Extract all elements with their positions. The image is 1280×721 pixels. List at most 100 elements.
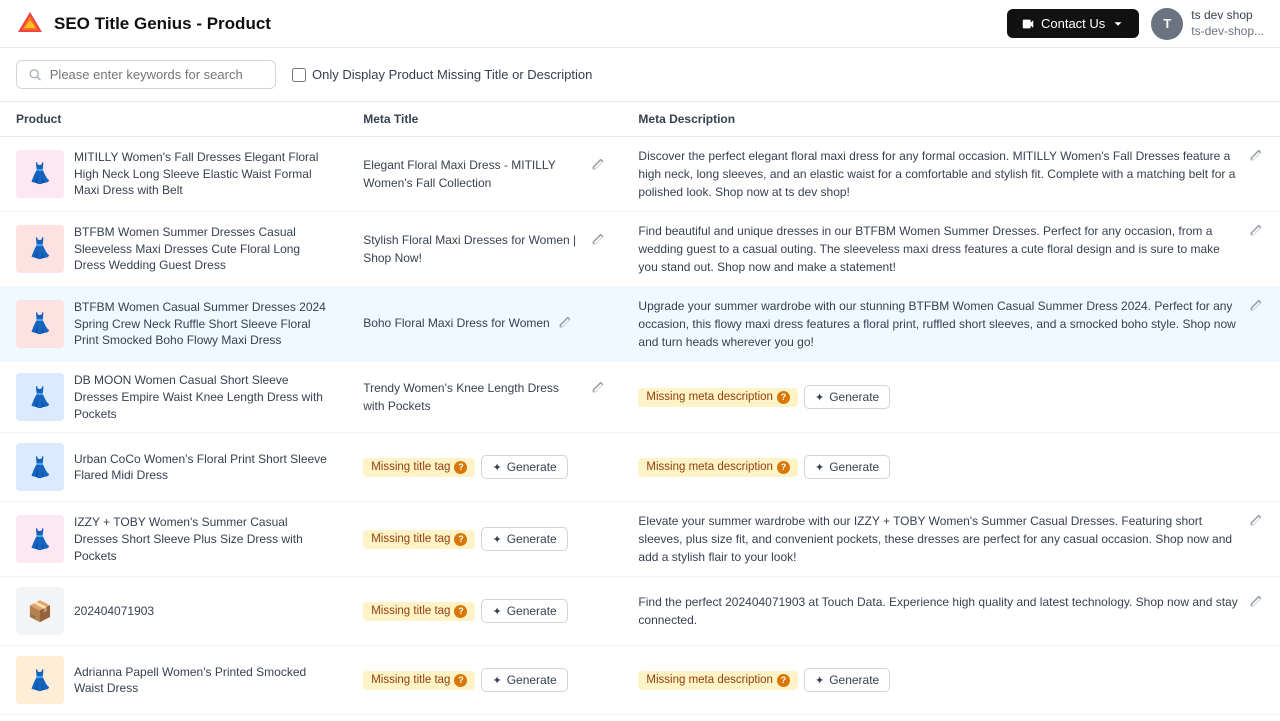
table-row: 👗IZZY + TOBY Women's Summer Casual Dress…: [0, 502, 1280, 577]
product-image: 👗: [16, 515, 64, 563]
product-name: Urban CoCo Women's Floral Print Short Sl…: [74, 451, 331, 485]
edit-meta-title-button[interactable]: [589, 231, 606, 251]
product-cell: 👗 Urban CoCo Women's Floral Print Short S…: [0, 433, 347, 502]
user-info: T ts dev shop ts-dev-shop...: [1151, 8, 1264, 40]
edit-meta-title-button[interactable]: [589, 379, 606, 399]
filter-checkbox-label[interactable]: Only Display Product Missing Title or De…: [292, 67, 592, 82]
meta-title-cell: Boho Floral Maxi Dress for Women: [347, 287, 622, 362]
product-name: 202404071903: [74, 603, 154, 620]
missing-title-badge: Missing title tag?: [363, 602, 475, 621]
table-header-row: Product Meta Title Meta Description: [0, 102, 1280, 137]
edit-meta-desc-button[interactable]: [1247, 297, 1264, 317]
generate-title-button[interactable]: ✦Generate: [481, 668, 567, 692]
product-image: 👗: [16, 150, 64, 198]
info-icon: ?: [777, 674, 790, 687]
edit-meta-title-button[interactable]: [556, 314, 573, 334]
meta-title-cell: Missing title tag? ✦ Generate: [347, 502, 622, 577]
product-cell: 👗Women's Mik Dress in Taupe Gray Multi: [0, 715, 347, 721]
generate-desc-label: Generate: [829, 673, 879, 687]
filter-checkbox[interactable]: [292, 68, 306, 82]
product-name: MITILLY Women's Fall Dresses Elegant Flo…: [74, 149, 331, 199]
meta-title-text: Boho Floral Maxi Dress for Women: [363, 314, 550, 332]
missing-desc-label: Missing meta description: [646, 674, 773, 686]
header-right: Contact Us T ts dev shop ts-dev-shop...: [1007, 8, 1264, 40]
info-icon: ?: [777, 391, 790, 404]
avatar: T: [1151, 8, 1183, 40]
generate-desc-label: Generate: [829, 460, 879, 474]
info-icon: ?: [454, 674, 467, 687]
meta-desc-text: Find beautiful and unique dresses in our…: [638, 222, 1241, 276]
chevron-down-icon: [1111, 17, 1125, 31]
search-box[interactable]: [16, 60, 276, 89]
toolbar: Only Display Product Missing Title or De…: [0, 48, 1280, 102]
col-product: Product: [0, 102, 347, 137]
product-cell: 👗DB MOON Women Casual Short Sleeve Dress…: [0, 362, 347, 433]
generate-title-button[interactable]: ✦Generate: [481, 599, 567, 623]
generate-icon: ✦: [815, 674, 824, 687]
missing-title-badge: Missing title tag?: [363, 671, 475, 690]
meta-desc-cell: Find the perfect 202404071903 at Touch D…: [622, 577, 1280, 646]
table-row: 👗Adrianna Papell Women's Printed Smocked…: [0, 646, 1280, 715]
video-icon: [1021, 17, 1035, 31]
product-cell: 👗IZZY + TOBY Women's Summer Casual Dress…: [0, 502, 347, 577]
generate-icon: ✦: [492, 533, 501, 546]
edit-meta-desc-button[interactable]: [1247, 593, 1264, 613]
products-table: Product Meta Title Meta Description 👗MIT…: [0, 102, 1280, 721]
missing-title-label: Missing title tag: [371, 533, 450, 545]
header-left: SEO Title Genius - Product: [16, 10, 271, 38]
generate-desc-button[interactable]: ✦ Generate: [804, 455, 890, 479]
meta-title-text: Stylish Floral Maxi Dresses for Women | …: [363, 231, 583, 267]
product-image: 📦: [16, 587, 64, 635]
meta-desc-text: Elevate your summer wardrobe with our IZ…: [638, 512, 1241, 566]
col-meta-desc: Meta Description: [622, 102, 1280, 137]
info-icon: ?: [454, 605, 467, 618]
missing-title-badge: Missing title tag?: [363, 458, 475, 477]
meta-title-cell: Missing title tag? ✦Generate: [347, 646, 622, 715]
meta-desc-cell: Discover the perfect elegant floral maxi…: [622, 137, 1280, 212]
meta-title-cell: Missing title tag? ✦Generate: [347, 433, 622, 502]
meta-title-cell: Missing title tag?✦Generate: [347, 715, 622, 721]
meta-desc-cell: Missing meta description?✦Generate: [622, 715, 1280, 721]
missing-title-label: Missing title tag: [371, 461, 450, 473]
meta-desc-cell: Missing meta description?✦Generate: [622, 433, 1280, 502]
generate-desc-button[interactable]: ✦ Generate: [804, 668, 890, 692]
generate-desc-button[interactable]: ✦Generate: [804, 385, 890, 409]
missing-title-label: Missing title tag: [371, 605, 450, 617]
edit-meta-title-button[interactable]: [589, 156, 606, 176]
product-image: 👗: [16, 373, 64, 421]
table-row: 👗MITILLY Women's Fall Dresses Elegant Fl…: [0, 137, 1280, 212]
meta-desc-cell: Find beautiful and unique dresses in our…: [622, 212, 1280, 287]
product-cell: 👗Adrianna Papell Women's Printed Smocked…: [0, 646, 347, 715]
product-image: 👗: [16, 443, 64, 491]
generate-title-label: Generate: [507, 604, 557, 618]
generate-title-button[interactable]: ✦ Generate: [481, 527, 567, 551]
product-cell: 👗BTFBM Women Casual Summer Dresses 2024 …: [0, 287, 347, 362]
contact-btn-label: Contact Us: [1041, 16, 1105, 31]
meta-title-cell: Trendy Women's Knee Length Dress with Po…: [347, 362, 622, 433]
info-icon: ?: [454, 461, 467, 474]
generate-icon: ✦: [815, 461, 824, 474]
product-cell: 👗BTFBM Women Summer Dresses Casual Sleev…: [0, 212, 347, 287]
product-cell: 📦 202404071903: [0, 577, 347, 646]
product-name: Adrianna Papell Women's Printed Smocked …: [74, 664, 331, 698]
meta-title-text: Trendy Women's Knee Length Dress with Po…: [363, 379, 583, 415]
product-name: DB MOON Women Casual Short Sleeve Dresse…: [74, 372, 331, 422]
user-name: ts dev shop: [1191, 8, 1264, 24]
edit-meta-desc-button[interactable]: [1247, 222, 1264, 242]
meta-title-cell: Elegant Floral Maxi Dress - MITILLY Wome…: [347, 137, 622, 212]
info-icon: ?: [454, 533, 467, 546]
meta-desc-cell: Missing meta description? ✦ Generate: [622, 646, 1280, 715]
generate-icon: ✦: [492, 461, 501, 474]
table-row: 📦 202404071903 Missing title tag? ✦Generate…: [0, 577, 1280, 646]
generate-title-button[interactable]: ✦Generate: [481, 455, 567, 479]
generate-icon: ✦: [815, 391, 824, 404]
missing-desc-badge: Missing meta description?: [638, 671, 798, 690]
meta-title-text: Elegant Floral Maxi Dress - MITILLY Wome…: [363, 156, 583, 192]
generate-title-label: Generate: [507, 532, 557, 546]
product-name: BTFBM Women Casual Summer Dresses 2024 S…: [74, 299, 331, 349]
edit-meta-desc-button[interactable]: [1247, 512, 1264, 532]
contact-us-button[interactable]: Contact Us: [1007, 9, 1139, 38]
search-input[interactable]: [50, 67, 263, 82]
search-icon: [29, 68, 42, 82]
edit-meta-desc-button[interactable]: [1247, 147, 1264, 167]
